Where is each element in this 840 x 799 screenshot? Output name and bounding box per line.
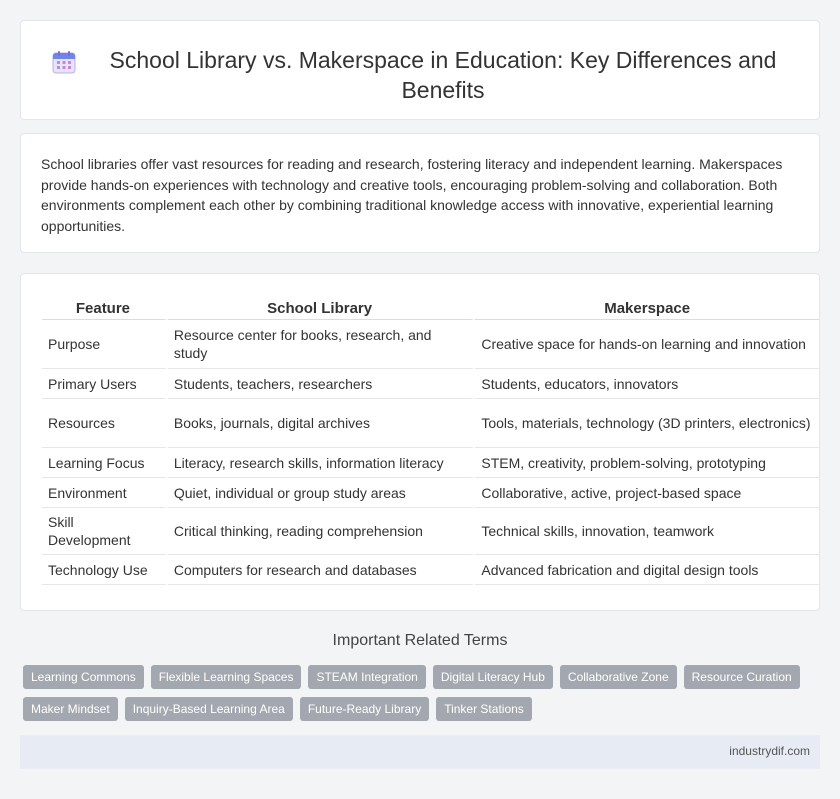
- comparison-table: Feature School Library Makerspace Purpos…: [42, 294, 819, 585]
- table-row: Purpose Resource center for books, resea…: [42, 320, 819, 369]
- makerspace-cell: Collaborative, active, project-based spa…: [475, 478, 819, 508]
- term-tag[interactable]: Learning Commons: [23, 665, 144, 689]
- makerspace-cell: Creative space for hands-on learning and…: [475, 320, 819, 369]
- makerspace-cell: Technical skills, innovation, teamwork: [475, 508, 819, 555]
- related-terms-title: Important Related Terms: [332, 632, 508, 649]
- page-title: School Library vs. Makerspace in Educati…: [109, 47, 777, 103]
- table-row: Primary Users Students, teachers, resear…: [42, 369, 819, 399]
- school-library-cell: Quiet, individual or group study areas: [167, 478, 476, 508]
- term-tag[interactable]: Digital Literacy Hub: [432, 665, 553, 689]
- calendar-icon: [51, 49, 77, 75]
- term-tag[interactable]: Future-Ready Library: [299, 697, 430, 721]
- term-tag[interactable]: Resource Curation: [683, 665, 800, 689]
- comparison-card: Feature School Library Makerspace Purpos…: [20, 273, 820, 611]
- school-library-cell: Critical thinking, reading comprehension: [167, 508, 476, 555]
- footer: industrydif.com: [20, 735, 820, 769]
- makerspace-cell: Tools, materials, technology (3D printer…: [475, 399, 819, 448]
- makerspace-cell: STEM, creativity, problem-solving, proto…: [475, 448, 819, 478]
- school-library-cell: Literacy, research skills, information l…: [167, 448, 476, 478]
- feature-cell: Technology Use: [42, 555, 168, 585]
- makerspace-cell: Students, educators, innovators: [475, 369, 819, 399]
- header-feature: Feature: [42, 294, 168, 320]
- school-library-cell: Students, teachers, researchers: [167, 369, 476, 399]
- table-row: Environment Quiet, individual or group s…: [42, 478, 819, 508]
- intro-card: School libraries offer vast resources fo…: [20, 133, 820, 253]
- feature-cell: Resources: [42, 399, 168, 448]
- term-tag[interactable]: Inquiry-Based Learning Area: [124, 697, 293, 721]
- table-row: Resources Books, journals, digital archi…: [42, 399, 819, 448]
- feature-cell: Primary Users: [42, 369, 168, 399]
- school-library-cell: Computers for research and databases: [167, 555, 476, 585]
- feature-cell: Learning Focus: [42, 448, 168, 478]
- school-library-cell: Resource center for books, research, and…: [167, 320, 476, 369]
- title-card: School Library vs. Makerspace in Educati…: [20, 20, 820, 120]
- related-terms: Learning Commons Flexible Learning Space…: [23, 665, 823, 729]
- feature-cell: Skill Development: [42, 508, 168, 555]
- term-tag[interactable]: STEAM Integration: [308, 665, 426, 689]
- feature-cell: Purpose: [42, 320, 168, 369]
- term-tag[interactable]: Tinker Stations: [436, 697, 532, 721]
- term-tag[interactable]: Maker Mindset: [23, 697, 118, 721]
- term-tag[interactable]: Flexible Learning Spaces: [150, 665, 302, 689]
- intro-paragraph: School libraries offer vast resources fo…: [41, 156, 783, 234]
- header-school-library: School Library: [167, 294, 476, 320]
- makerspace-cell: Advanced fabrication and digital design …: [475, 555, 819, 585]
- feature-cell: Environment: [42, 478, 168, 508]
- table-row: Skill Development Critical thinking, rea…: [42, 508, 819, 555]
- table-row: Learning Focus Literacy, research skills…: [42, 448, 819, 478]
- term-tag[interactable]: Collaborative Zone: [559, 665, 677, 689]
- school-library-cell: Books, journals, digital archives: [167, 399, 476, 448]
- table-header-row: Feature School Library Makerspace: [42, 294, 819, 320]
- header-makerspace: Makerspace: [475, 294, 819, 320]
- site-link[interactable]: industrydif.com: [729, 744, 810, 758]
- table-row: Technology Use Computers for research an…: [42, 555, 819, 585]
